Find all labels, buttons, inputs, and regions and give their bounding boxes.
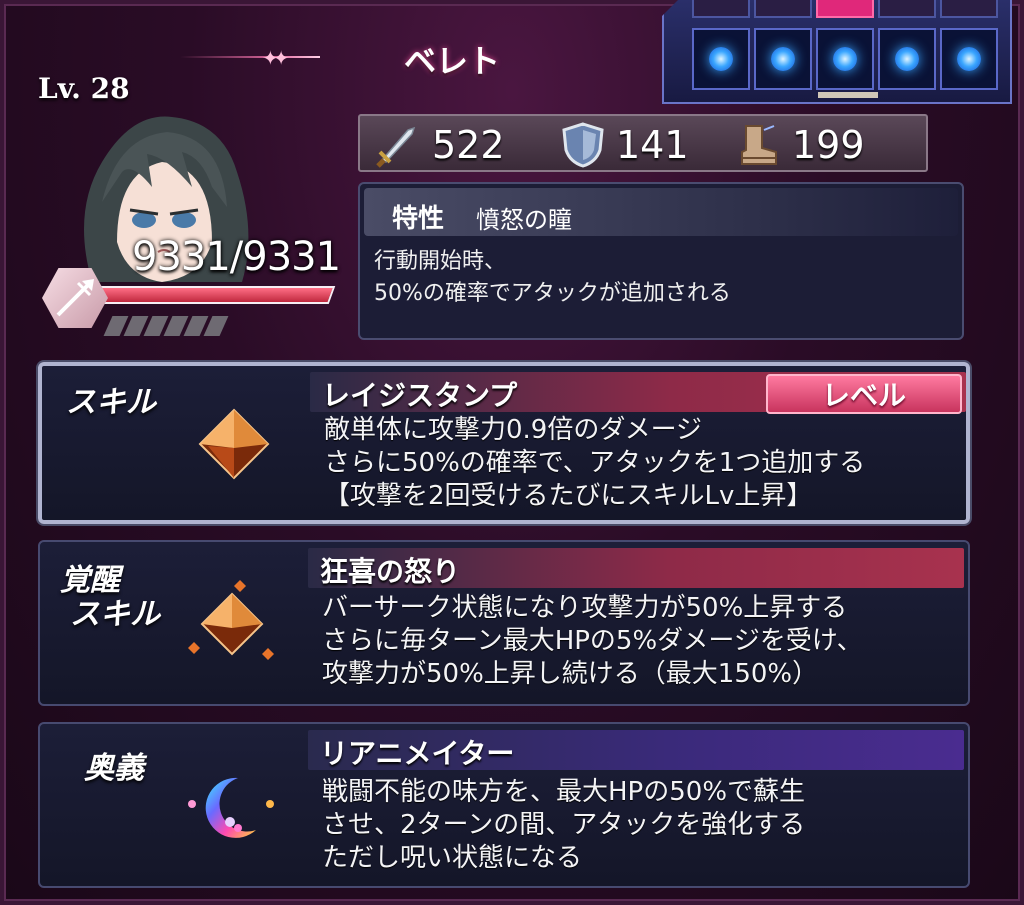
skill-tag-text: 奥義 [84, 751, 144, 786]
trait-label: 特性 [392, 204, 445, 234]
slot-top-row [692, 0, 998, 18]
defense-value: 141 [616, 123, 689, 167]
trait-line: 行動開始時、 [374, 249, 507, 274]
skill-line: 戦闘不能の味方を、最大HPの50%で蘇生 [322, 777, 806, 807]
slot-top-4 [878, 0, 936, 18]
hp-value: 9331/9331 [132, 234, 341, 280]
blue-orb-icon [771, 47, 795, 71]
awakening-skill-tag: 覚醒 スキル [60, 564, 160, 632]
trait-line: 50%の確率でアタックが追加される [374, 281, 731, 306]
ultimate-skill-panel[interactable]: 奥義 リアニメイター 戦闘不能の味方を、最大HPの50%で蘇生 させ、2ターンの… [38, 722, 970, 888]
skill-description: 敵単体に攻撃力0.9倍のダメージ さらに50%の確率で、アタックを1つ追加する … [324, 414, 865, 513]
skill-line: バーサーク状態になり攻撃力が50%上昇する [322, 593, 848, 623]
slot-top-5 [940, 0, 998, 18]
blue-orb-icon [957, 47, 981, 71]
slot-panel [662, 0, 1012, 104]
slot-5[interactable] [940, 28, 998, 90]
skill-tag-text: スキル [66, 385, 156, 420]
shield-icon [562, 122, 604, 168]
skill-line: 攻撃力が50%上昇し続ける（最大150%） [322, 659, 819, 689]
skill-description: バーサーク状態になり攻撃力が50%上昇する さらに毎ターン最大HPの5%ダメージ… [322, 592, 863, 691]
skill-line: 敵単体に攻撃力0.9倍のダメージ [324, 415, 703, 445]
skill-line: さらに毎ターン最大HPの5%ダメージを受け、 [322, 626, 863, 656]
trait-header: 特性 憤怒の瞳 [364, 188, 958, 236]
skill-line: させ、2ターンの間、アタックを強化する [322, 810, 806, 840]
slot-row [692, 28, 998, 90]
trait-name: 憤怒の瞳 [476, 206, 572, 234]
slot-4[interactable] [878, 28, 936, 90]
skill-description: 戦闘不能の味方を、最大HPの50%で蘇生 させ、2ターンの間、アタックを強化する… [322, 776, 805, 875]
title-decoration-line [180, 56, 320, 58]
slot-top-2 [754, 0, 812, 18]
hp-bar-fill [95, 288, 333, 302]
blue-orb-icon [833, 47, 857, 71]
slot-top-3 [816, 0, 874, 18]
skill-name: 狂喜の怒り [320, 555, 461, 588]
skill-name: レイジスタンプ [322, 379, 518, 412]
skill-tag-text: 覚醒 [60, 563, 120, 598]
crystal-cluster-icon [188, 580, 274, 660]
skill-line: ただし呪い状態になる [322, 843, 583, 873]
character-name: ベレト [404, 42, 501, 80]
slot-1[interactable] [692, 28, 750, 90]
slot-indicator [818, 92, 878, 98]
sword-icon [376, 126, 416, 168]
energy-gauge [103, 316, 229, 336]
slot-2[interactable] [754, 28, 812, 90]
skill-panel[interactable]: スキル レイジスタンプ レベル 敵単体に攻撃力0.9倍のダメージ さらに50%の… [38, 362, 970, 524]
attack-value: 522 [432, 123, 505, 167]
awakening-skill-panel[interactable]: 覚醒 スキル 狂喜の怒り バーサーク状態になり攻撃力が50%上昇する さらに毎タ… [38, 540, 970, 706]
slot-3[interactable] [816, 28, 874, 90]
skill-level-button[interactable]: レベル [766, 374, 962, 414]
ultimate-skill-tag: 奥義 [84, 752, 144, 786]
speed-value: 199 [792, 123, 865, 167]
skill-line: 【攻撃を2回受けるたびにスキルLv上昇】 [324, 481, 813, 511]
stat-defense: 141 [562, 122, 689, 168]
skill-tag: スキル [66, 386, 156, 420]
trait-panel: 特性 憤怒の瞳 行動開始時、 50%の確率でアタックが追加される [358, 182, 964, 340]
skill-tag-text: スキル [70, 597, 160, 632]
sparkle-icon: ✦✦ [262, 46, 289, 70]
rainbow-moon-icon [188, 777, 274, 838]
hp-bar [92, 286, 336, 304]
blue-orb-icon [709, 47, 733, 71]
stat-speed: 199 [734, 122, 865, 168]
blue-orb-icon [895, 47, 919, 71]
boot-icon [741, 125, 777, 165]
skill-header: リアニメイター [308, 730, 964, 770]
skill-name: リアニメイター [320, 737, 515, 770]
skill-line: さらに50%の確率で、アタックを1つ追加する [324, 448, 866, 478]
skill-header: レイジスタンプ レベル [310, 372, 966, 414]
stat-attack: 522 [374, 122, 505, 168]
skill-header: 狂喜の怒り [308, 548, 964, 588]
slot-top-1 [692, 0, 750, 18]
orange-crystal-icon [198, 408, 270, 480]
trait-description: 行動開始時、 50%の確率でアタックが追加される [374, 246, 731, 310]
stats-bar: 522 141 199 [358, 114, 928, 172]
